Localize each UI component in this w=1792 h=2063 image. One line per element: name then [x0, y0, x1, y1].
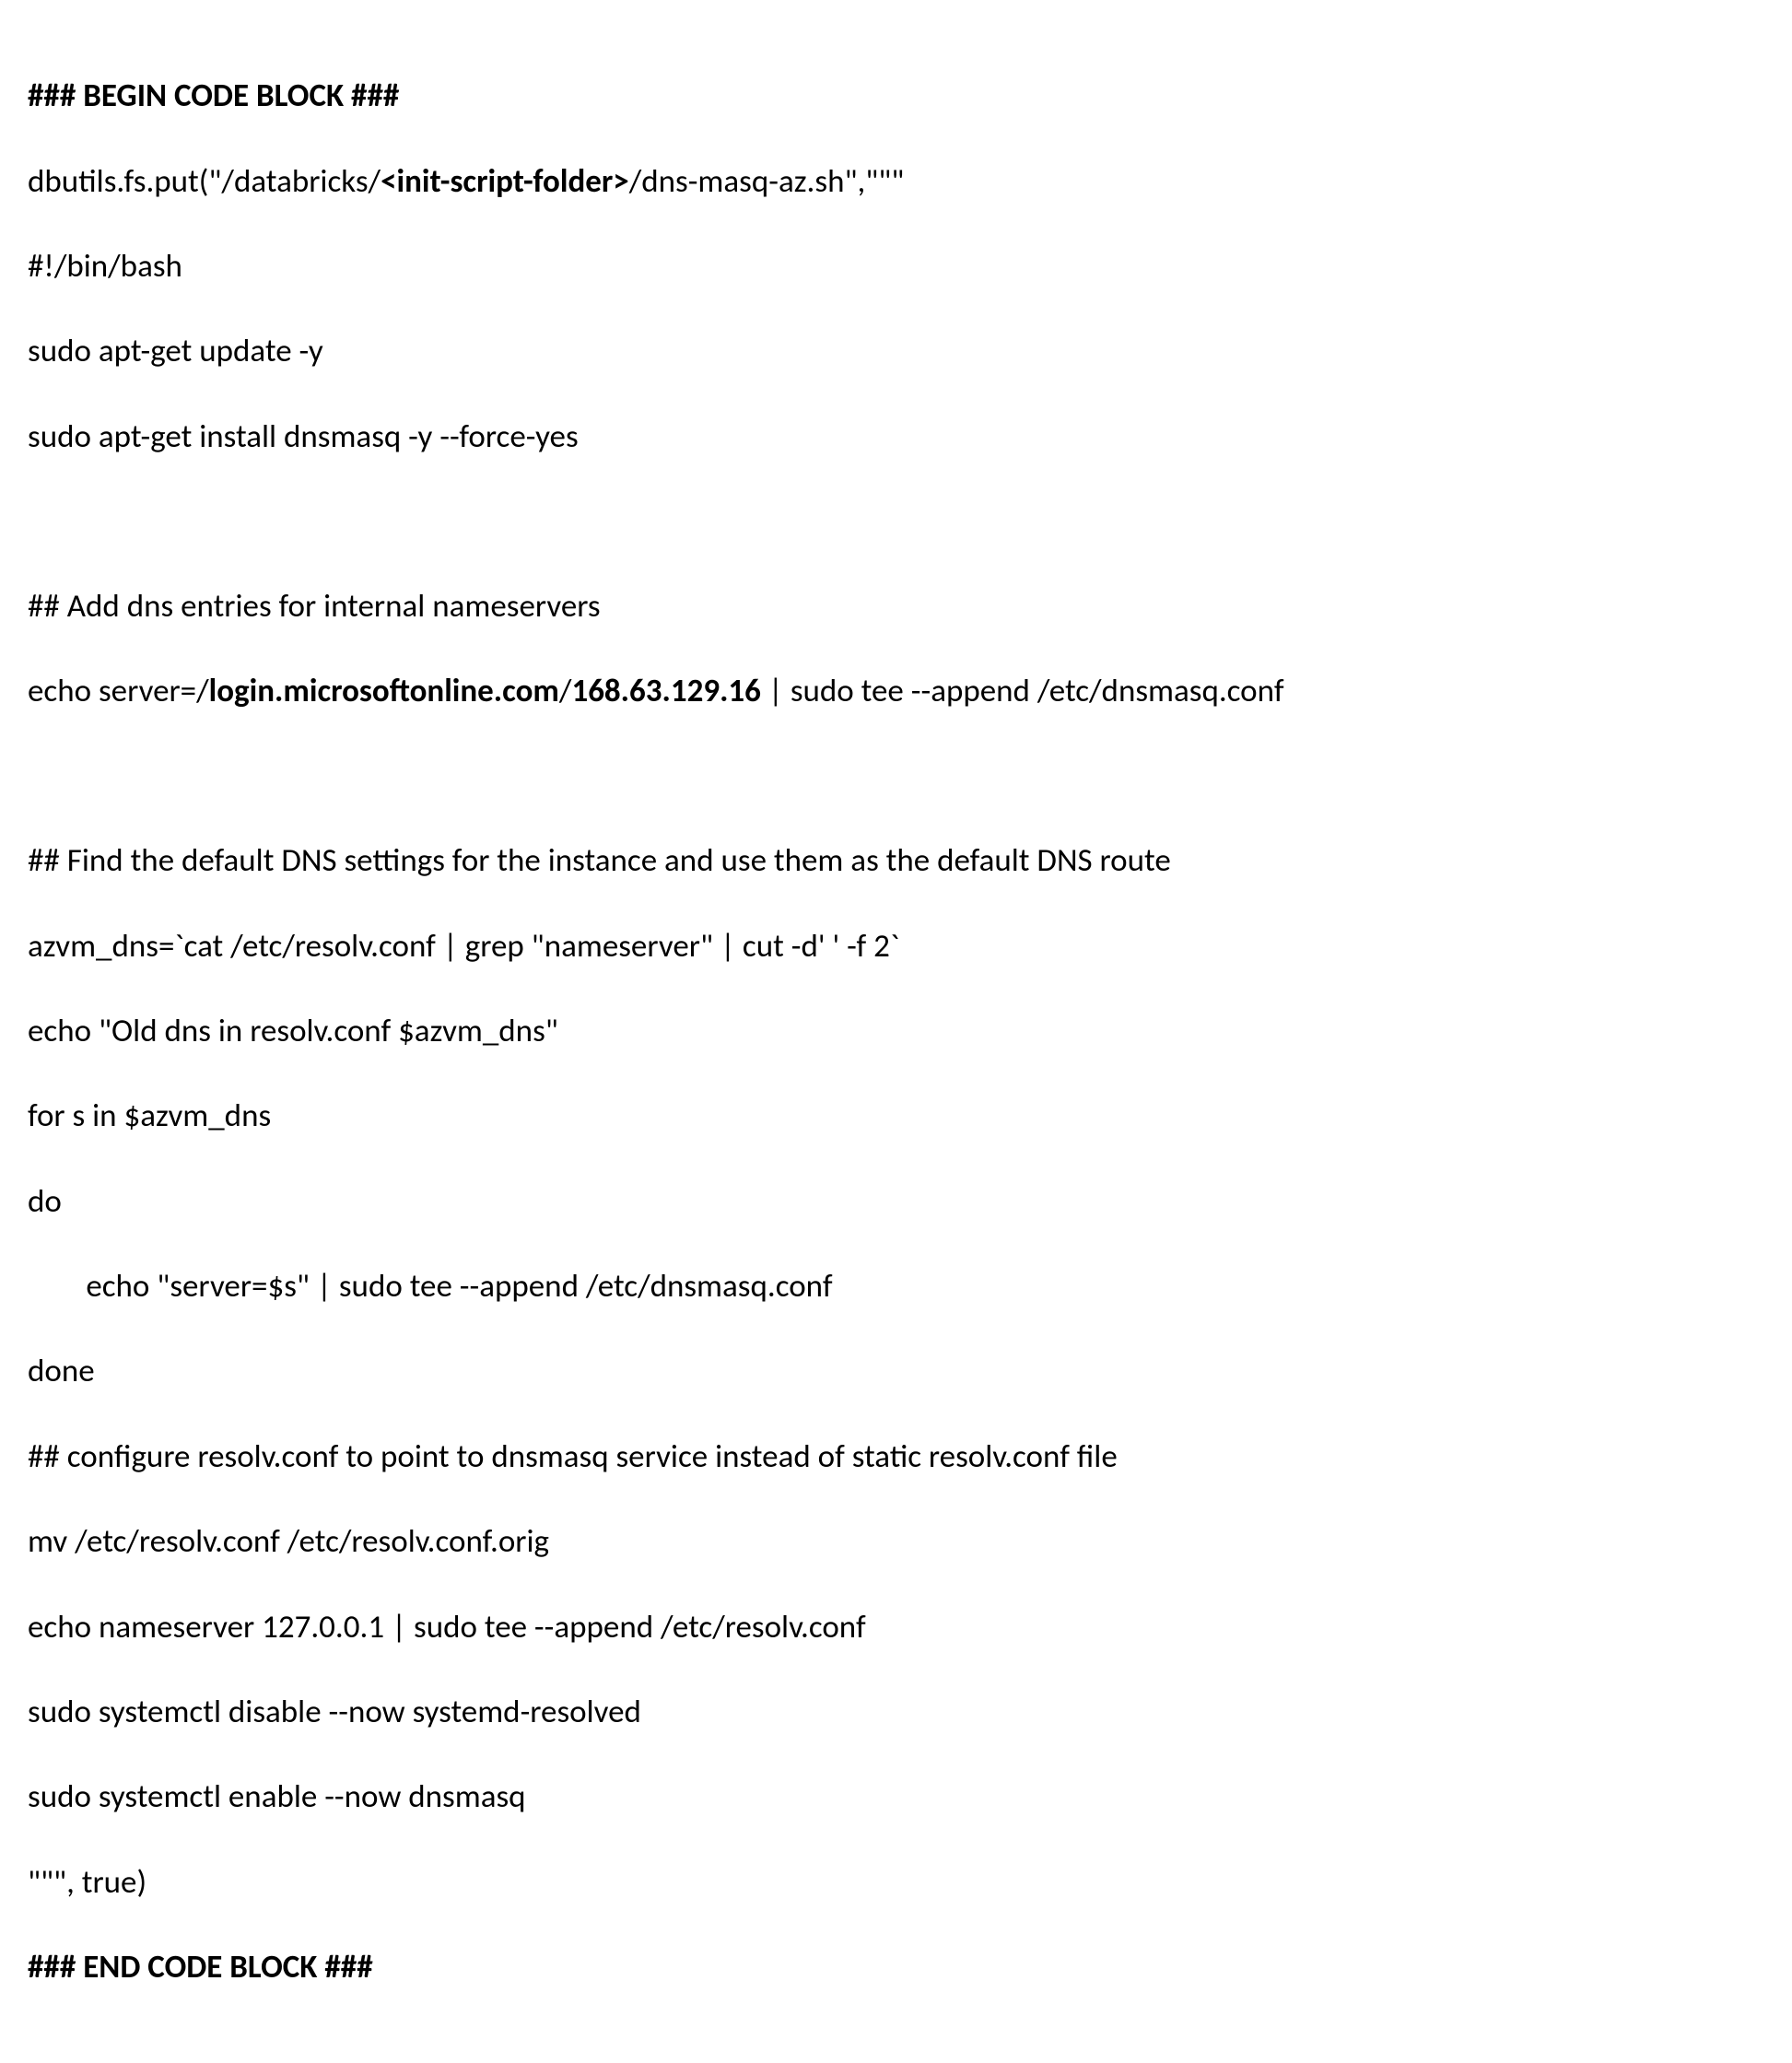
- code-line-18: echo nameserver 127.0.0.1 | sudo tee --a…: [28, 1606, 1764, 1648]
- code-line-4: sudo apt-get install dnsmasq -y --force-…: [28, 416, 1764, 458]
- domain-bold: login.microsoftonline.com: [209, 672, 559, 710]
- code-line-9: ## Find the default DNS settings for the…: [28, 839, 1764, 882]
- begin-marker: ### BEGIN CODE BLOCK ###: [28, 75, 1764, 117]
- code-line-16: ## configure resolv.conf to point to dns…: [28, 1436, 1764, 1478]
- code-line-12: for s in $azvm_dns: [28, 1095, 1764, 1137]
- code-line-17: mv /etc/resolv.conf /etc/resolv.conf.ori…: [28, 1520, 1764, 1563]
- code-line-19: sudo systemctl disable --now systemd-res…: [28, 1691, 1764, 1733]
- code-text: dbutils.fs.put("/databricks/: [28, 162, 381, 201]
- code-line-15: done: [28, 1350, 1764, 1392]
- end-marker: ### END CODE BLOCK ###: [28, 1946, 1764, 1988]
- code-line-14: echo "server=$s" | sudo tee --append /et…: [28, 1265, 1764, 1307]
- code-line-6: ## Add dns entries for internal nameserv…: [28, 585, 1764, 627]
- placeholder-folder: <init-script-folder>: [381, 162, 629, 201]
- code-line-7: echo server=/login.microsoftonline.com/1…: [28, 670, 1764, 712]
- blank-line: [28, 756, 1764, 798]
- code-text: | sudo tee --append /etc/dnsmasq.conf: [761, 672, 1284, 710]
- code-text: /dns-masq-az.sh",""": [629, 162, 905, 201]
- code-text: /: [559, 672, 572, 710]
- code-line-2: #!/bin/bash: [28, 245, 1764, 287]
- code-line-13: do: [28, 1180, 1764, 1223]
- code-line-1: dbutils.fs.put("/databricks/<init-script…: [28, 160, 1764, 203]
- blank-line: [28, 500, 1764, 543]
- code-line-21: """, true): [28, 1861, 1764, 1904]
- code-line-11: echo "Old dns in resolv.conf $azvm_dns": [28, 1010, 1764, 1052]
- code-line-20: sudo systemctl enable --now dnsmasq: [28, 1776, 1764, 1818]
- code-text: echo server=/: [28, 672, 209, 710]
- code-block: ### BEGIN CODE BLOCK ### dbutils.fs.put(…: [28, 32, 1764, 2031]
- ip-bold: 168.63.129.16: [571, 672, 760, 710]
- code-line-10: azvm_dns=`cat /etc/resolv.conf | grep "n…: [28, 925, 1764, 967]
- code-line-3: sudo apt-get update -y: [28, 330, 1764, 372]
